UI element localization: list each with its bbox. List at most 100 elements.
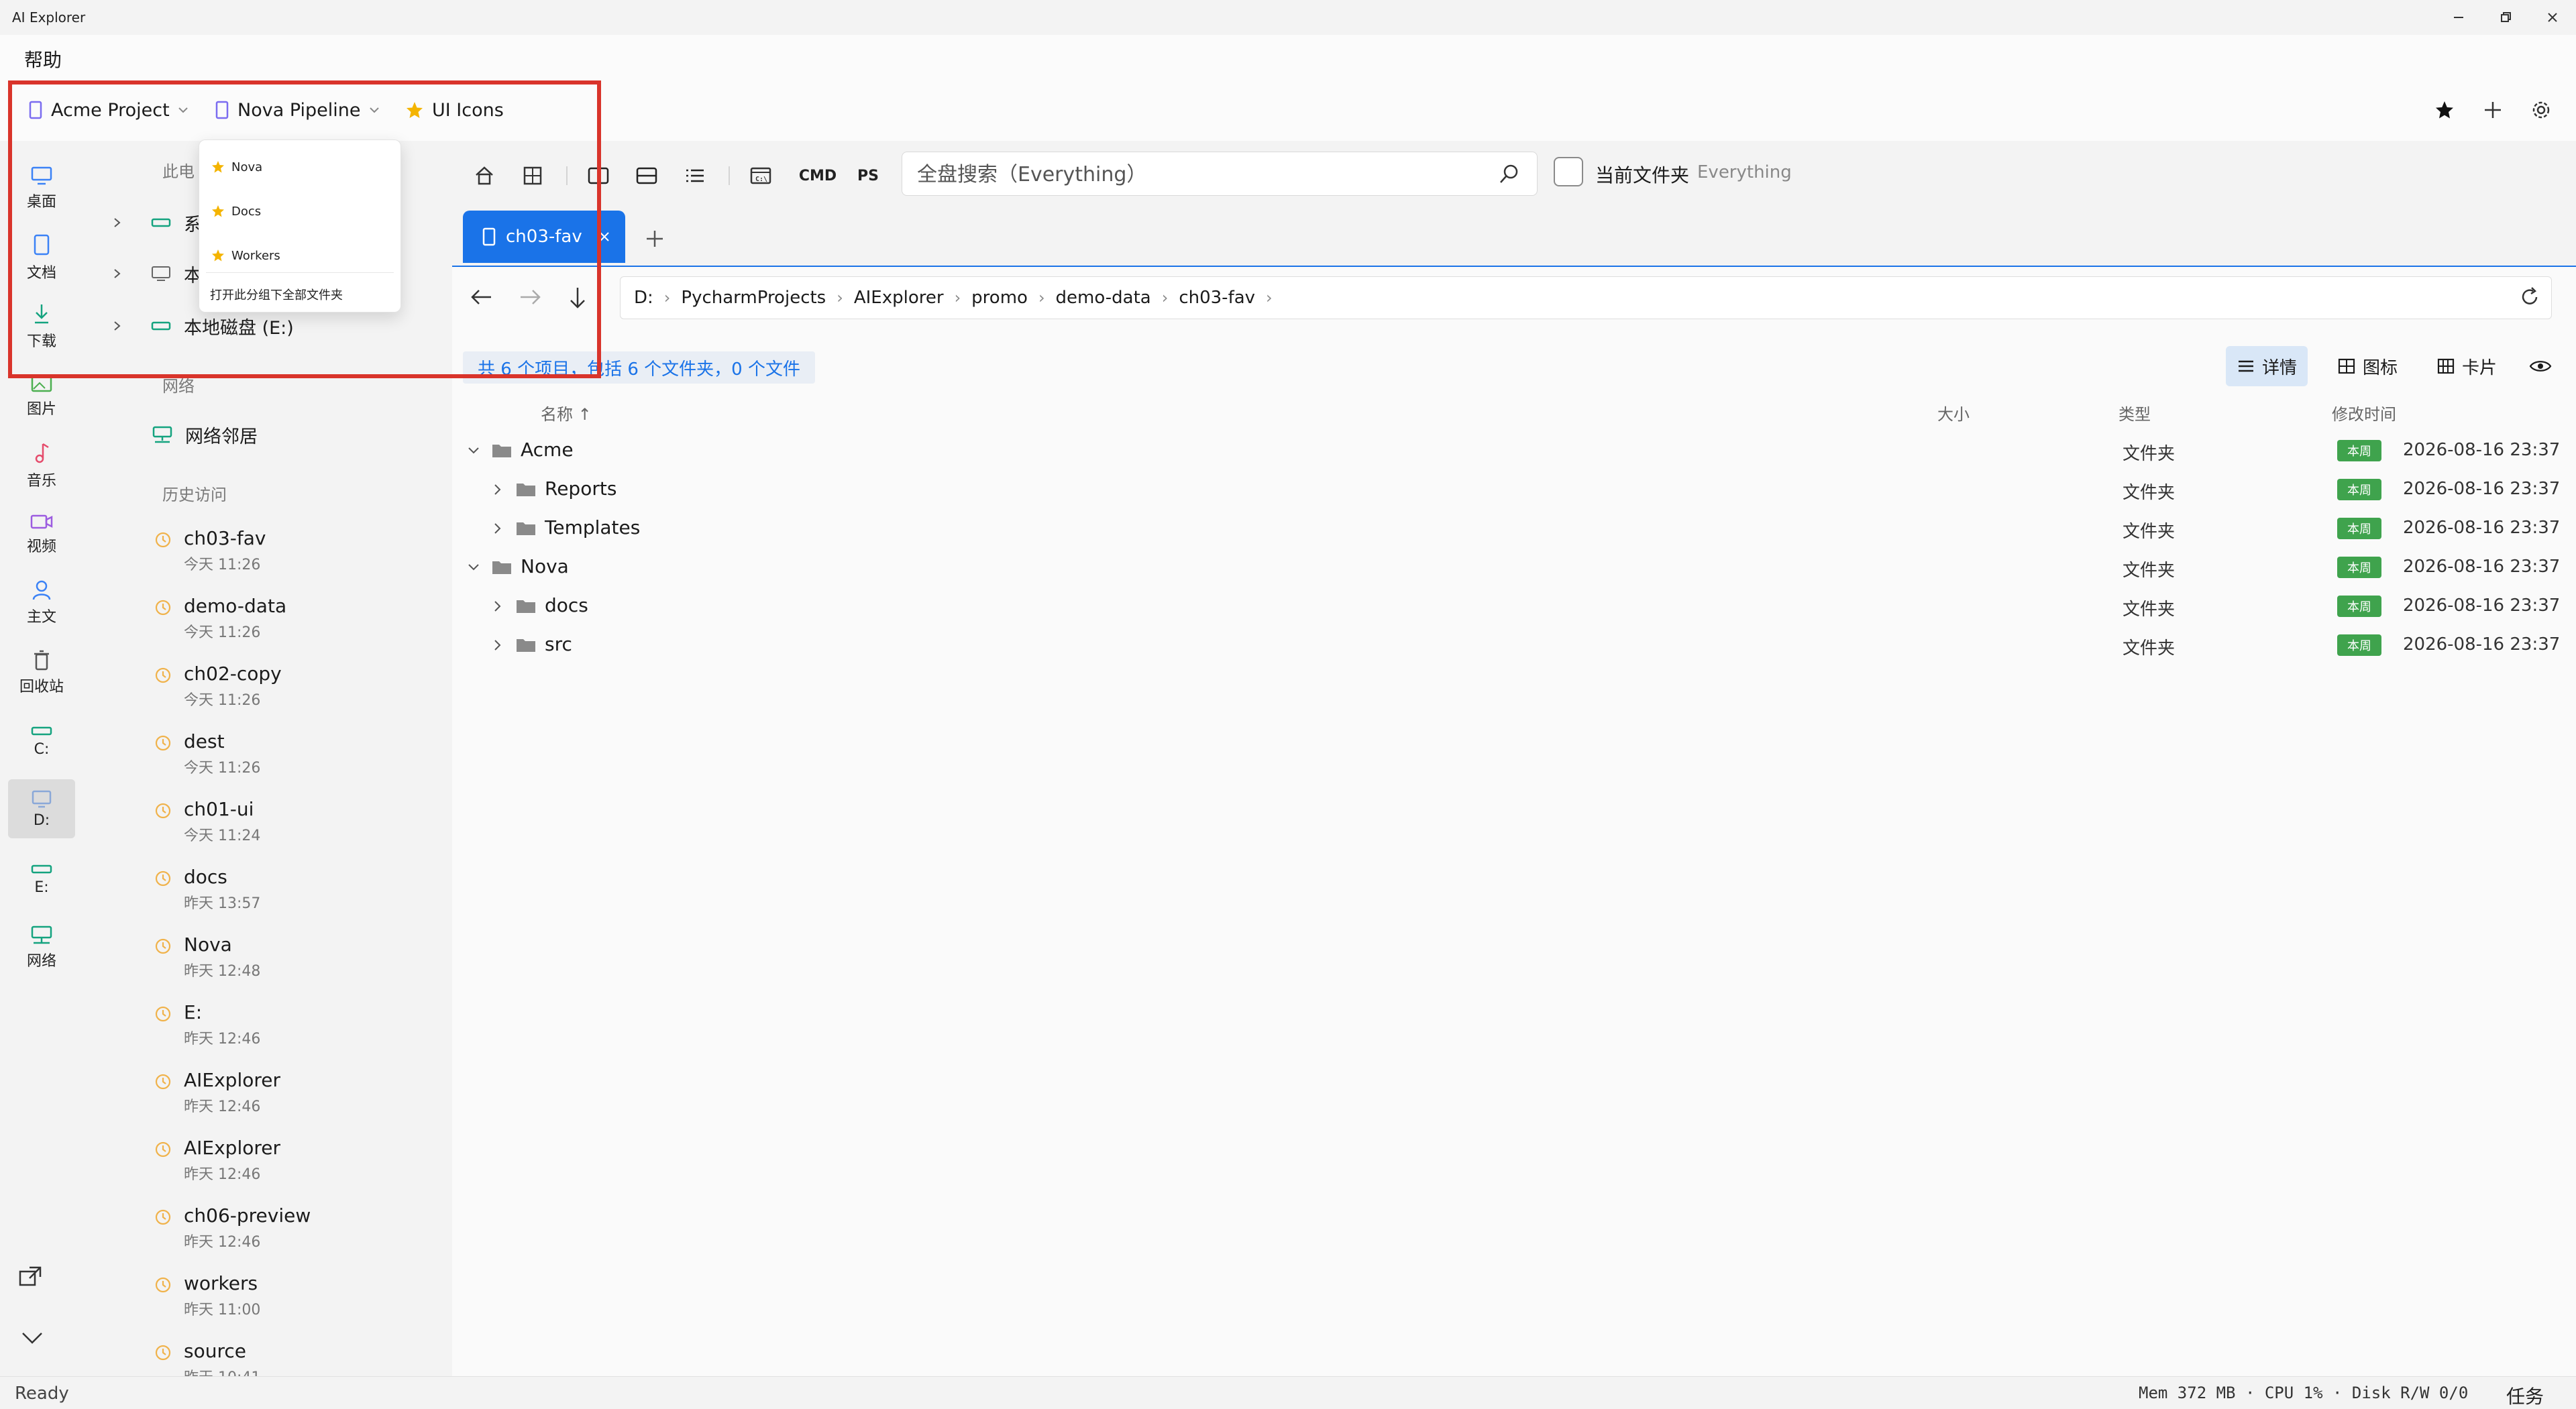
fav-group-nova[interactable]: Nova Pipeline bbox=[215, 79, 380, 141]
history-item[interactable]: ch01-ui 今天 11:24 bbox=[144, 794, 439, 858]
table-row[interactable]: docs 文件夹 本周 2026-08-16 23:37 bbox=[452, 587, 2576, 626]
powershell-button[interactable]: PS bbox=[847, 156, 890, 196]
close-tab-icon[interactable] bbox=[598, 231, 610, 243]
collapse-button[interactable] bbox=[19, 1329, 48, 1353]
column-header-size[interactable]: 大小 bbox=[1937, 401, 1970, 425]
breadcrumb[interactable]: D: › PycharmProjects › AIExplorer › promo › … bbox=[620, 276, 2552, 319]
drive-icon bbox=[31, 864, 52, 873]
table-row[interactable]: Reports 文件夹 本周 2026-08-16 23:37 bbox=[452, 471, 2576, 510]
column-header-name[interactable]: 名称 ↑ bbox=[541, 401, 592, 425]
trash-icon bbox=[34, 650, 49, 671]
search-input[interactable] bbox=[916, 158, 1482, 191]
chevron-right-icon[interactable] bbox=[491, 600, 504, 613]
history-item[interactable]: ch02-copy 今天 11:26 bbox=[144, 659, 439, 723]
rail-item-home[interactable]: 主文 bbox=[8, 570, 75, 636]
rail-item-label: D: bbox=[33, 811, 50, 829]
view-icons-button[interactable]: 图标 bbox=[2326, 346, 2408, 386]
crumb-item[interactable]: D: bbox=[634, 288, 653, 308]
crumb-item[interactable]: promo bbox=[971, 288, 1028, 308]
chevron-right-icon: › bbox=[1161, 288, 1169, 307]
open-all-folders-item[interactable]: 打开此分组下全部文件夹 bbox=[210, 281, 391, 308]
cmd-button[interactable]: CMD bbox=[790, 156, 845, 196]
rail-item-drive-d[interactable]: D: bbox=[8, 779, 75, 838]
list-view-button[interactable] bbox=[675, 156, 715, 196]
settings-button[interactable] bbox=[2520, 79, 2563, 141]
split-vertical-button[interactable] bbox=[578, 156, 619, 196]
table-row[interactable]: Nova 文件夹 本周 2026-08-16 23:37 bbox=[452, 549, 2576, 587]
current-folder-label: 当前文件夹 bbox=[1595, 164, 1690, 186]
tree-drive-local-d[interactable]: 本 bbox=[111, 253, 202, 294]
history-item[interactable]: docs 昨天 13:57 bbox=[144, 862, 439, 926]
fav-group-ui-icons[interactable]: UI Icons bbox=[405, 79, 504, 141]
rail-item-network[interactable]: 网络 bbox=[8, 915, 75, 980]
restore-button[interactable] bbox=[2482, 0, 2529, 35]
tree-drive-system[interactable]: 系 bbox=[111, 203, 202, 243]
history-item[interactable]: E: 昨天 12:46 bbox=[144, 997, 439, 1062]
rail-item-recycle-bin[interactable]: 回收站 bbox=[8, 640, 75, 706]
crumb-item[interactable]: AIExplorer bbox=[854, 288, 944, 308]
popout-button[interactable] bbox=[17, 1265, 47, 1294]
forward-button[interactable] bbox=[518, 287, 542, 307]
chevron-right-icon[interactable] bbox=[491, 522, 504, 535]
history-item[interactable]: Nova 昨天 12:48 bbox=[144, 929, 439, 994]
dropdown-item-nova[interactable]: Nova bbox=[211, 154, 392, 180]
column-header-modified[interactable]: 修改时间 bbox=[2332, 401, 2396, 425]
chevron-right-icon bbox=[114, 218, 121, 227]
rail-item-music[interactable]: 音乐 bbox=[8, 433, 75, 499]
status-text: Ready bbox=[15, 1384, 69, 1404]
tab-ch03-fav[interactable]: ch03-fav bbox=[463, 211, 625, 263]
table-row[interactable]: src 文件夹 本周 2026-08-16 23:37 bbox=[452, 626, 2576, 665]
new-tab-button[interactable] bbox=[640, 224, 669, 253]
chevron-right-icon[interactable] bbox=[491, 638, 504, 652]
preview-toggle-button[interactable] bbox=[2518, 346, 2563, 386]
search-button[interactable] bbox=[1498, 163, 1521, 186]
rail-item-drive-c[interactable]: C: bbox=[8, 708, 75, 774]
fav-group-acme[interactable]: Acme Project bbox=[28, 79, 189, 141]
file-name: src bbox=[545, 633, 572, 655]
refresh-button[interactable] bbox=[2518, 286, 2541, 308]
chevron-down-icon[interactable] bbox=[467, 444, 480, 457]
rail-item-videos[interactable]: 视频 bbox=[8, 502, 75, 567]
history-item[interactable]: ch03-fav 今天 11:26 bbox=[144, 523, 439, 587]
view-cards-button[interactable]: 卡片 bbox=[2426, 346, 2508, 386]
favorite-star-button[interactable] bbox=[2423, 79, 2466, 141]
grid-layout-button[interactable] bbox=[513, 156, 553, 196]
terminal-button[interactable]: C:\ bbox=[741, 156, 781, 196]
minimize-button[interactable] bbox=[2435, 0, 2482, 35]
back-button[interactable] bbox=[470, 287, 494, 307]
chevron-right-icon[interactable] bbox=[491, 483, 504, 496]
chevron-down-icon[interactable] bbox=[467, 561, 480, 574]
add-favorite-button[interactable] bbox=[2471, 79, 2514, 141]
split-horizontal-button[interactable] bbox=[627, 156, 667, 196]
rail-item-documents[interactable]: 文档 bbox=[8, 225, 75, 291]
tasks-button[interactable]: 任务 bbox=[2506, 1382, 2544, 1409]
history-item[interactable]: workers 昨天 11:00 bbox=[144, 1268, 439, 1333]
history-item[interactable]: ch06-preview 昨天 12:46 bbox=[144, 1200, 439, 1265]
up-button[interactable] bbox=[568, 286, 588, 310]
history-item[interactable]: source 昨天 10:41 bbox=[144, 1336, 439, 1376]
rail-item-downloads[interactable]: 下载 bbox=[8, 294, 75, 359]
tree-network-neighborhood[interactable]: 网络邻居 bbox=[152, 414, 258, 455]
crumb-item[interactable]: ch03-fav bbox=[1179, 288, 1255, 308]
dropdown-item-workers[interactable]: Workers bbox=[211, 242, 392, 269]
close-window-button[interactable] bbox=[2529, 0, 2576, 35]
history-item[interactable]: demo-data 今天 11:26 bbox=[144, 591, 439, 655]
column-header-type[interactable]: 类型 bbox=[2118, 401, 2151, 425]
table-row[interactable]: Acme 文件夹 本周 2026-08-16 23:37 bbox=[452, 432, 2576, 471]
history-item[interactable]: dest 今天 11:26 bbox=[144, 726, 439, 791]
history-item[interactable]: AIExplorer 昨天 12:46 bbox=[144, 1065, 439, 1129]
history-icon bbox=[155, 1141, 171, 1158]
menu-help[interactable]: 帮助 bbox=[24, 46, 62, 72]
history-item[interactable]: AIExplorer 昨天 12:46 bbox=[144, 1133, 439, 1197]
rail-item-pictures[interactable]: 图片 bbox=[8, 363, 75, 429]
dropdown-item-docs[interactable]: Docs bbox=[211, 198, 392, 225]
crumb-item[interactable]: demo-data bbox=[1056, 288, 1151, 308]
crumb-item[interactable]: PycharmProjects bbox=[681, 288, 826, 308]
rail-item-drive-e[interactable]: E: bbox=[8, 846, 75, 912]
file-name: Reports bbox=[545, 477, 617, 500]
rail-item-desktop[interactable]: 桌面 bbox=[8, 156, 75, 221]
home-button[interactable] bbox=[464, 156, 504, 196]
table-row[interactable]: Templates 文件夹 本周 2026-08-16 23:37 bbox=[452, 510, 2576, 549]
view-details-button[interactable]: 详情 bbox=[2226, 346, 2308, 386]
current-folder-checkbox[interactable] bbox=[1554, 157, 1583, 186]
